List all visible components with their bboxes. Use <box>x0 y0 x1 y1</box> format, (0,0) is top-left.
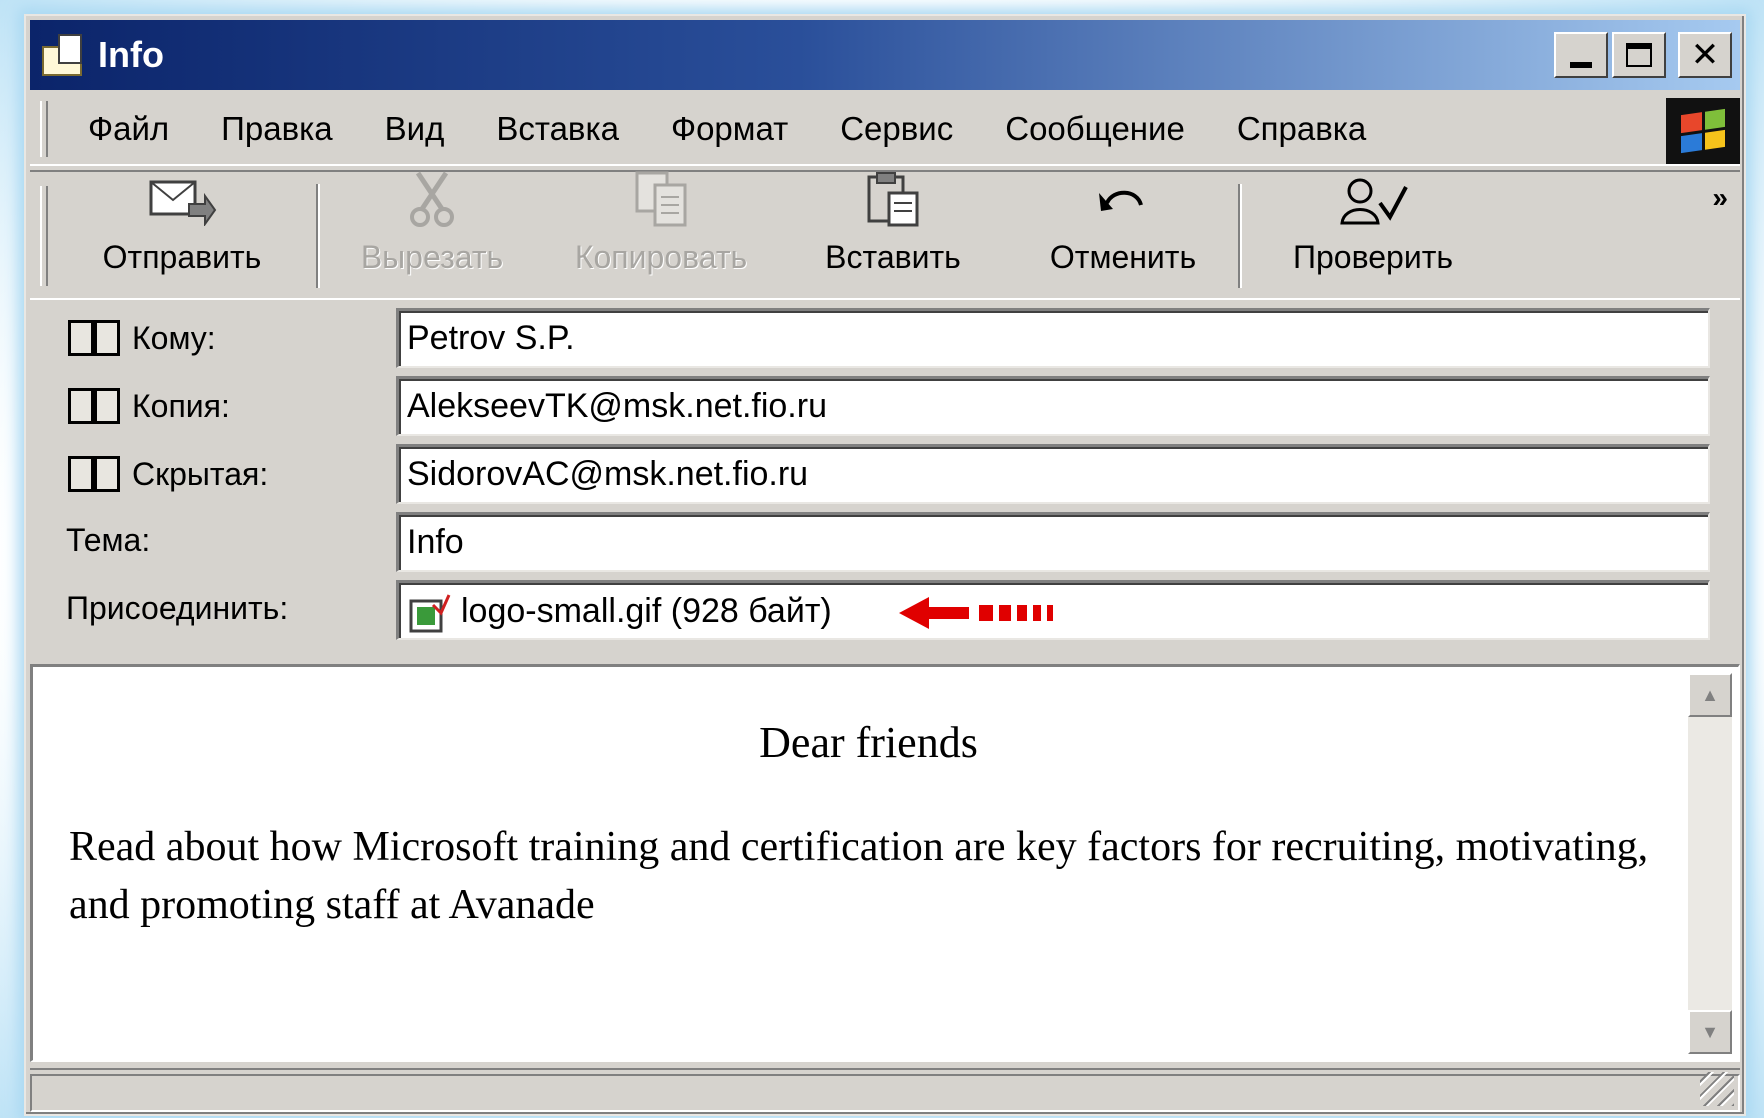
maximize-icon <box>1626 43 1652 67</box>
attach-row: Присоединить: logo-small.gif (928 байт) <box>30 580 1740 646</box>
window-title: Info <box>98 34 164 75</box>
check-names-label: Проверить <box>1292 239 1454 275</box>
paste-button[interactable]: Вставить <box>778 172 1008 298</box>
scissors-icon <box>397 169 467 229</box>
toolbar-grip[interactable] <box>40 186 48 286</box>
bcc-label: Скрытая: <box>132 455 269 492</box>
status-bar <box>30 1068 1740 1112</box>
body-text: Read about how Microsoft training and ce… <box>69 824 1649 928</box>
toolbar-overflow-button[interactable]: » <box>1712 182 1728 214</box>
subject-label-wrap: Тема: <box>66 522 150 559</box>
menu-insert[interactable]: Вставка <box>496 110 619 148</box>
bcc-field[interactable]: SidorovAC@msk.net.fio.ru <box>396 444 1710 504</box>
menu-file[interactable]: Файл <box>88 110 169 148</box>
address-book-icon <box>66 454 124 494</box>
subject-field[interactable]: Info <box>396 512 1710 572</box>
cc-label-button[interactable]: Копия: <box>66 386 230 426</box>
vertical-scrollbar[interactable]: ▲ ▼ <box>1688 673 1732 1054</box>
attachment-file-icon <box>407 591 451 635</box>
minimize-icon <box>1570 62 1592 68</box>
menu-edit[interactable]: Правка <box>221 110 332 148</box>
menu-view[interactable]: Вид <box>385 110 445 148</box>
red-arrow-icon <box>899 597 1053 629</box>
send-button[interactable]: Отправить <box>48 172 316 298</box>
send-label: Отправить <box>102 239 262 275</box>
undo-icon <box>1088 172 1158 229</box>
cut-button[interactable]: Вырезать <box>320 169 544 298</box>
new-message-icon <box>40 32 92 78</box>
cc-label: Копия: <box>132 387 230 424</box>
copy-icon <box>626 169 696 229</box>
copy-button[interactable]: Копировать <box>544 169 778 298</box>
menu-bar: Файл Правка Вид Вставка Формат Сервис Со… <box>30 94 1740 166</box>
scroll-down-button[interactable]: ▼ <box>1688 1010 1732 1054</box>
menu-grip[interactable] <box>40 101 48 157</box>
arrow-up-icon: ▲ <box>1701 684 1719 705</box>
resize-grip-icon[interactable] <box>1700 1072 1734 1106</box>
undo-button[interactable]: Отменить <box>1008 172 1238 298</box>
toolbar: Отправить Вырезать Копировать Вставить О… <box>30 170 1740 300</box>
cut-label: Вырезать <box>360 239 504 275</box>
attach-label: Присоединить: <box>66 590 289 626</box>
subject-row: Тема: Info <box>30 512 1740 578</box>
attachment-item[interactable]: logo-small.gif (928 байт) <box>461 592 832 630</box>
paste-label: Вставить <box>825 239 961 275</box>
to-label-button[interactable]: Кому: <box>66 318 216 358</box>
cc-row: Копия: AlekseevTK@msk.net.fio.ru <box>30 376 1740 442</box>
paste-icon <box>858 169 928 229</box>
minimize-button[interactable] <box>1554 32 1608 78</box>
to-label: Кому: <box>132 319 216 356</box>
undo-label: Отменить <box>1049 239 1197 275</box>
title-bar[interactable]: Info ✕ <box>30 20 1740 90</box>
close-button[interactable]: ✕ <box>1678 32 1732 78</box>
subject-label: Тема: <box>66 522 151 558</box>
scroll-up-button[interactable]: ▲ <box>1688 673 1732 717</box>
to-row: Кому: Petrov S.P. <box>30 308 1740 374</box>
copy-label: Копировать <box>574 239 748 275</box>
attach-label-wrap: Присоединить: <box>66 590 288 627</box>
check-names-icon <box>1338 172 1408 229</box>
menu-help[interactable]: Справка <box>1237 110 1366 148</box>
check-names-button[interactable]: Проверить <box>1242 172 1504 298</box>
windows-logo-icon <box>1666 98 1740 164</box>
window-controls: ✕ <box>1554 32 1732 78</box>
greeting-text: Dear friends <box>759 718 978 767</box>
address-book-icon <box>66 318 124 358</box>
bcc-label-button[interactable]: Скрытая: <box>66 454 268 494</box>
cc-field[interactable]: AlekseevTK@msk.net.fio.ru <box>396 376 1710 436</box>
menu-format[interactable]: Формат <box>671 110 788 148</box>
menu-message[interactable]: Сообщение <box>1005 110 1185 148</box>
address-book-icon <box>66 386 124 426</box>
send-icon <box>147 172 217 229</box>
compose-window: Info ✕ Файл Правка Вид Вставка Формат Се… <box>24 14 1746 1116</box>
arrow-down-icon: ▼ <box>1701 1021 1719 1042</box>
bcc-row: Скрытая: SidorovAC@msk.net.fio.ru <box>30 444 1740 510</box>
message-body-editor[interactable]: Dear friends Read about how Microsoft tr… <box>30 664 1740 1062</box>
to-field[interactable]: Petrov S.P. <box>396 308 1710 368</box>
menu-tools[interactable]: Сервис <box>840 110 953 148</box>
close-icon: ✕ <box>1690 36 1720 74</box>
message-content: Dear friends Read about how Microsoft tr… <box>69 717 1668 934</box>
attach-field[interactable]: logo-small.gif (928 байт) <box>396 580 1710 640</box>
maximize-button[interactable] <box>1612 32 1666 78</box>
status-pane <box>30 1074 1740 1112</box>
